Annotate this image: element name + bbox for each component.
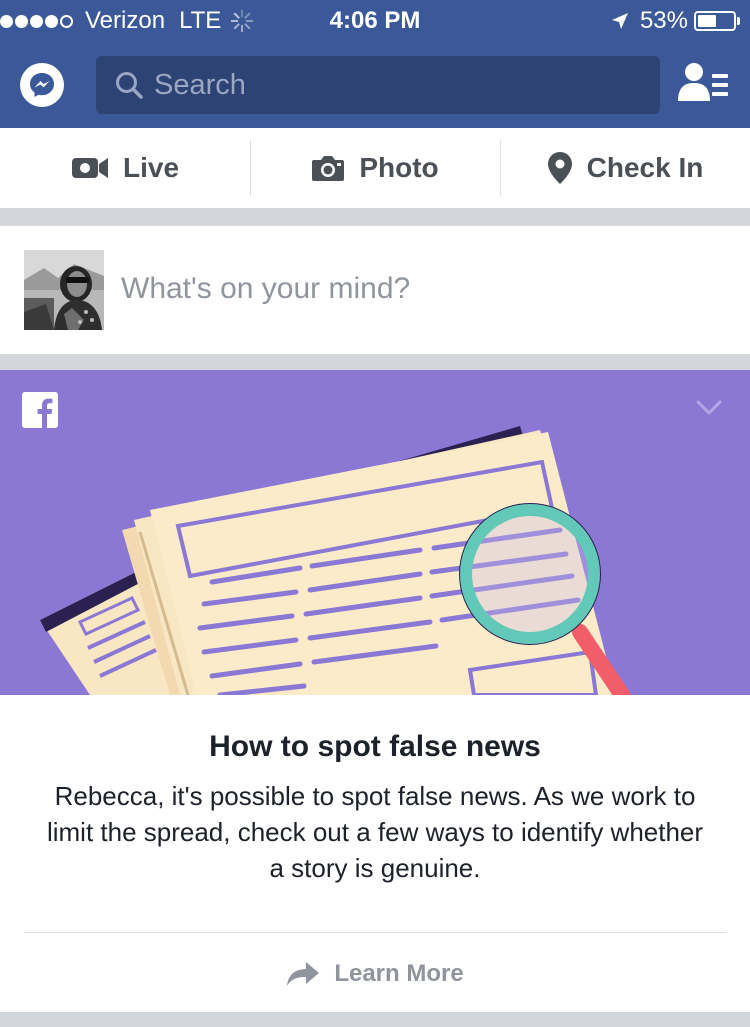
profile-photo-image xyxy=(24,250,104,330)
card-body: Rebecca, it's possible to spot false new… xyxy=(46,781,704,883)
check-in-button[interactable]: Check In xyxy=(500,128,750,208)
composer-actions: Live Photo Check In xyxy=(0,128,750,208)
photo-button[interactable]: Photo xyxy=(250,128,500,208)
search-placeholder: Search xyxy=(154,68,246,101)
nav-row: Search xyxy=(0,55,750,115)
learn-more-label: Learn More xyxy=(334,960,464,987)
photo-label: Photo xyxy=(359,152,439,183)
battery-level xyxy=(698,15,717,27)
location-pin-icon xyxy=(547,152,572,184)
friend-requests-icon[interactable] xyxy=(676,61,730,105)
live-label: Live xyxy=(122,152,180,183)
status-right: 53% xyxy=(610,7,740,35)
live-button[interactable]: Live xyxy=(0,128,250,208)
card-hero-image xyxy=(0,370,750,695)
camera-icon xyxy=(312,156,345,181)
check-in-label: Check In xyxy=(586,152,704,183)
battery-tip xyxy=(737,17,740,25)
messenger-button[interactable] xyxy=(20,63,64,107)
card-title: How to spot false news xyxy=(209,730,541,763)
search-icon xyxy=(116,72,143,99)
messenger-icon xyxy=(30,73,54,97)
search-input[interactable]: Search xyxy=(96,56,660,114)
status-composer[interactable]: What's on your mind? xyxy=(0,226,750,354)
chevron-down-icon[interactable] xyxy=(696,400,722,416)
divider xyxy=(24,932,726,933)
top-bar: Verizon LTE 4:06 PM 53% Search xyxy=(0,0,750,128)
battery-icon xyxy=(694,11,736,31)
false-news-card: How to spot false news Rebecca, it's pos… xyxy=(0,370,750,1012)
status-bar: Verizon LTE 4:06 PM 53% xyxy=(0,0,750,40)
video-camera-icon xyxy=(71,158,108,178)
avatar[interactable] xyxy=(24,250,104,330)
learn-more-button[interactable]: Learn More xyxy=(0,956,750,992)
status-prompt: What's on your mind? xyxy=(121,272,411,305)
share-arrow-icon xyxy=(287,962,320,986)
newspaper-illustration xyxy=(40,426,630,695)
facebook-logo-icon xyxy=(22,392,58,428)
location-arrow-icon xyxy=(611,13,628,29)
battery-percent: 53% xyxy=(639,7,688,34)
